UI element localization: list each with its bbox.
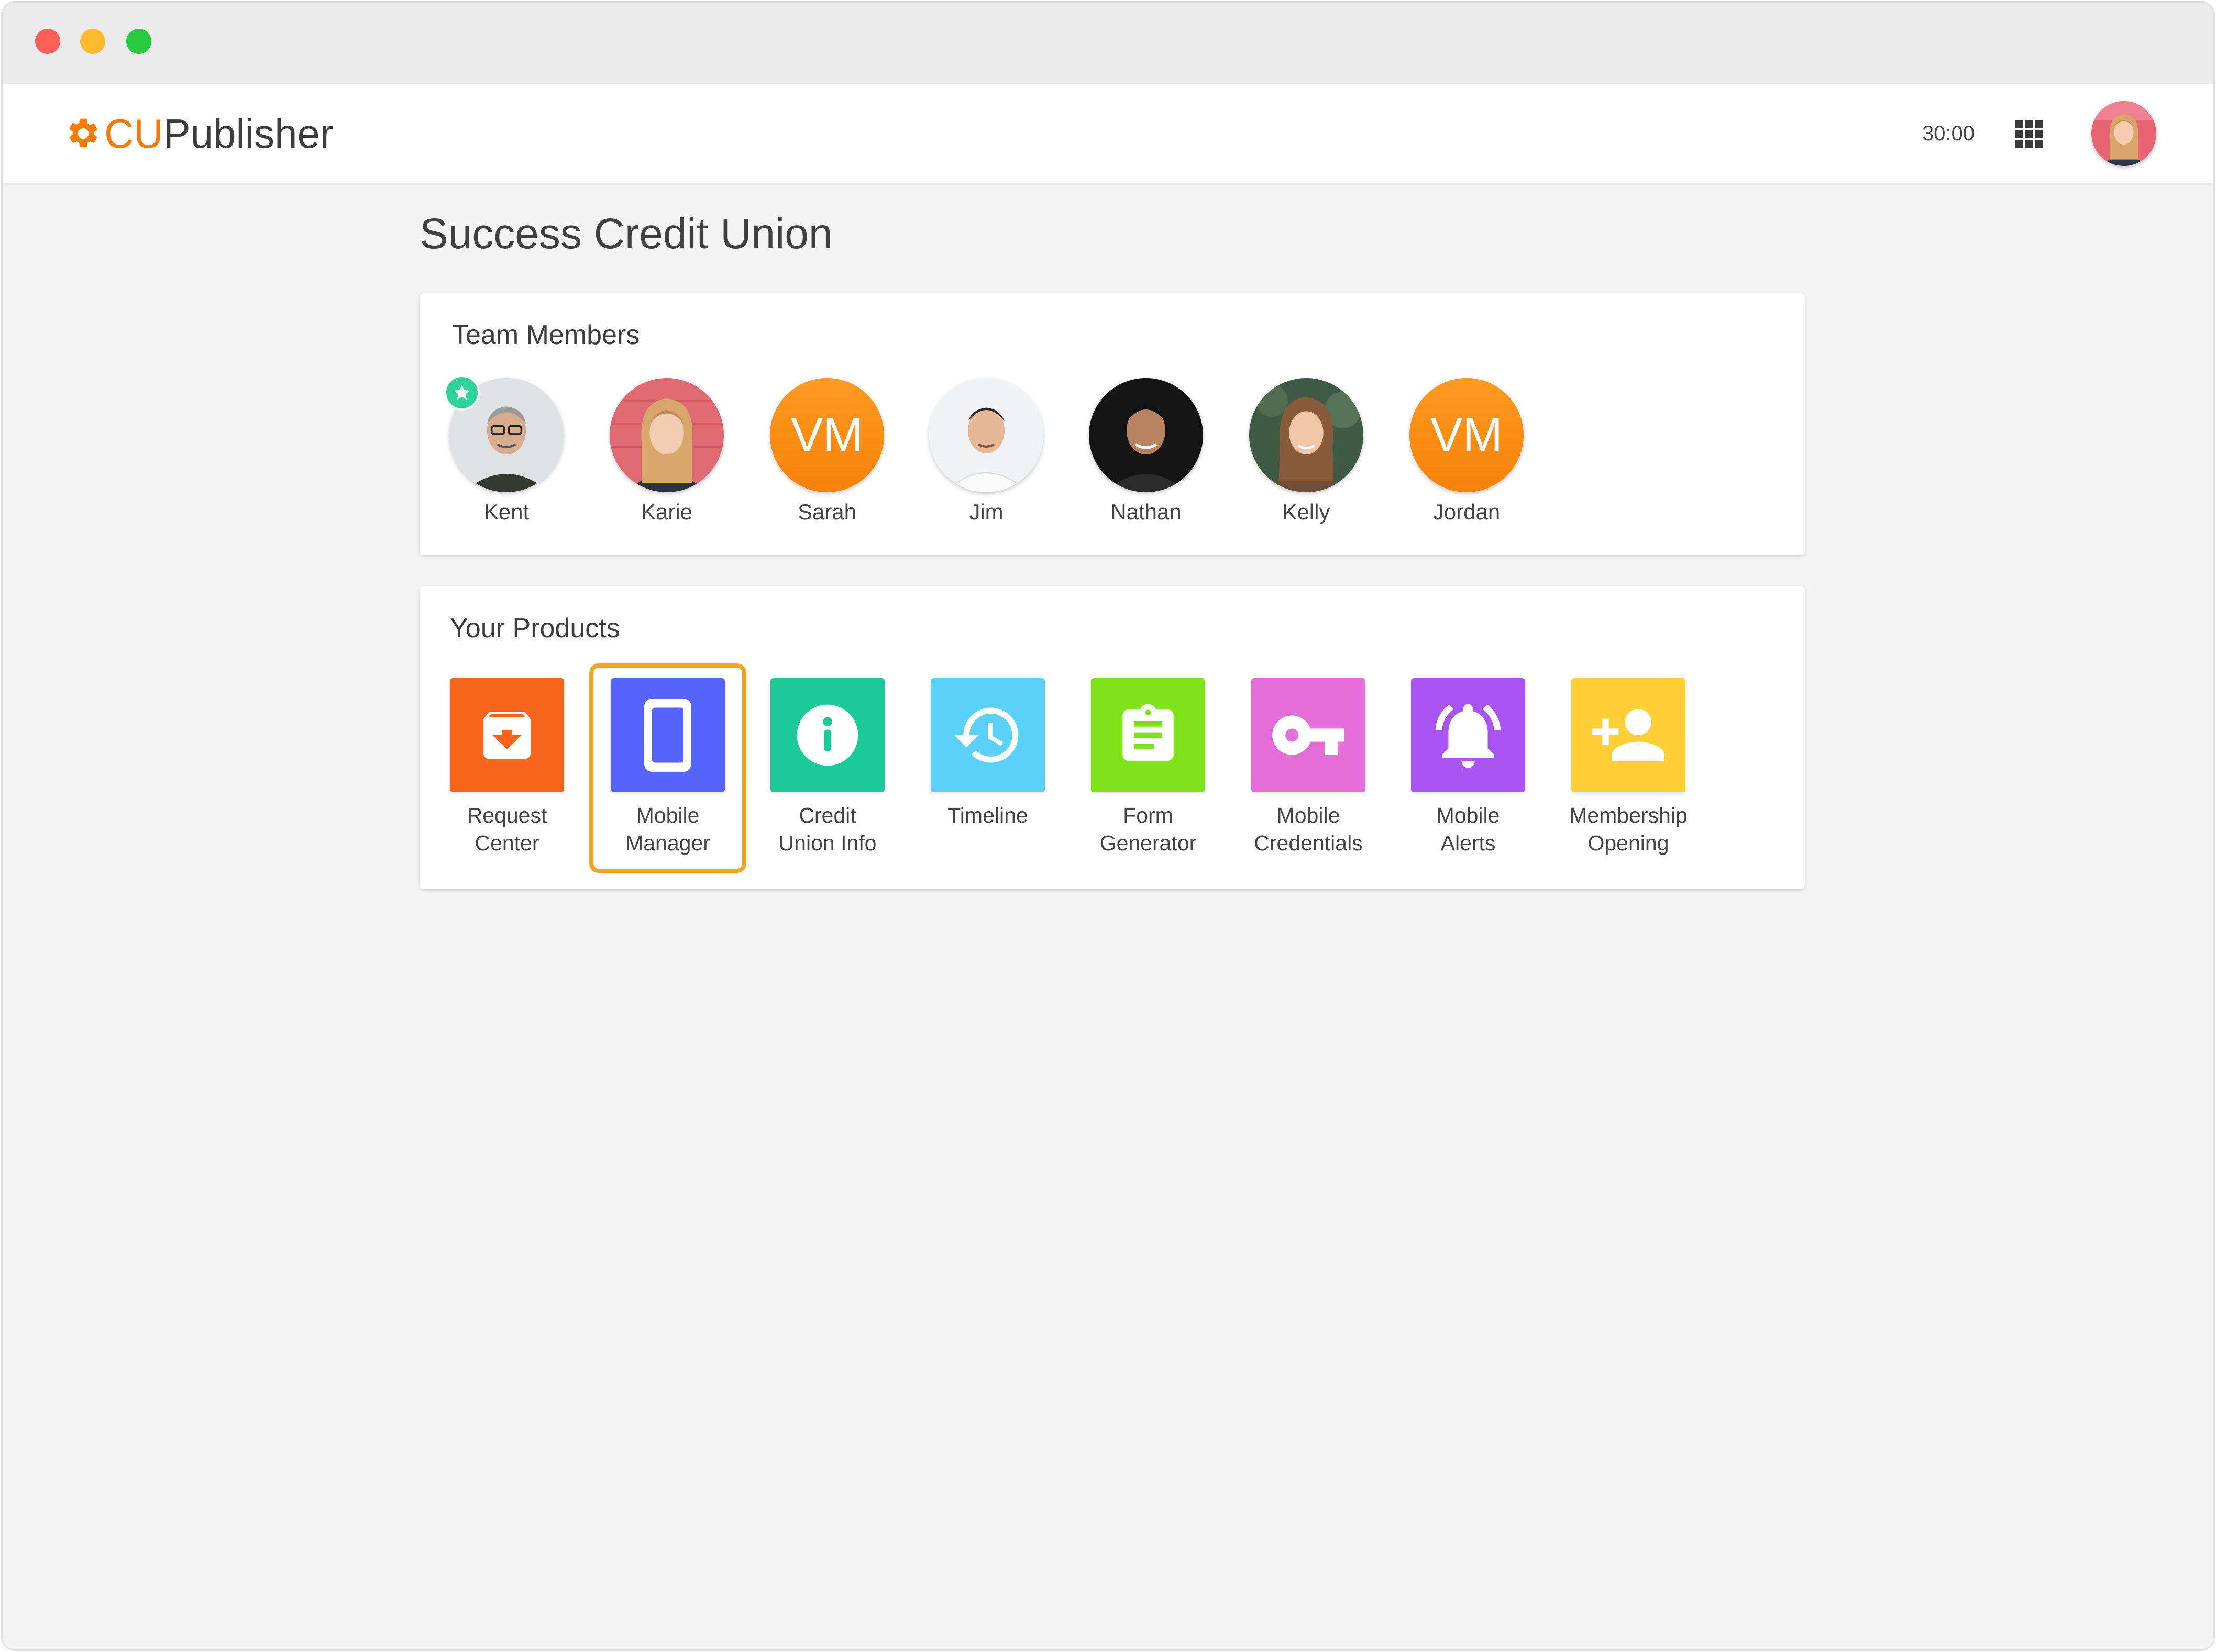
product-timeline[interactable]: Timeline bbox=[909, 678, 1066, 829]
product-membership-opening[interactable]: Membership Opening bbox=[1550, 678, 1707, 857]
avatar bbox=[610, 378, 724, 492]
your-products-title: Your Products bbox=[450, 613, 620, 644]
team-member-kent[interactable]: Kent bbox=[444, 375, 567, 525]
avatar bbox=[1089, 378, 1203, 492]
product-request-center[interactable]: Request Center bbox=[428, 678, 586, 857]
product-label: Mobile Credentials bbox=[1254, 803, 1363, 855]
member-name: Jim bbox=[969, 500, 1004, 524]
gear-icon bbox=[69, 118, 97, 148]
info-icon bbox=[770, 678, 885, 792]
team-member-nathan[interactable]: Nathan bbox=[1086, 378, 1206, 525]
window-titlebar bbox=[3, 3, 2213, 84]
team-member-sarah[interactable]: VM Sarah bbox=[767, 378, 887, 525]
key-icon bbox=[1251, 678, 1365, 792]
brand-cu-text: CU bbox=[104, 110, 163, 157]
avatar bbox=[929, 378, 1043, 492]
team-member-kelly[interactable]: Kelly bbox=[1246, 378, 1366, 525]
brand-publisher-text: Publisher bbox=[163, 110, 334, 157]
apps-grid-icon[interactable] bbox=[2015, 120, 2043, 148]
member-name: Kelly bbox=[1282, 500, 1330, 524]
product-mobile-manager[interactable]: Mobile Manager bbox=[589, 678, 746, 857]
app-header: CUPublisher 30:00 bbox=[3, 84, 2213, 183]
product-form-generator[interactable]: Form Generator bbox=[1070, 678, 1227, 857]
close-window-button[interactable] bbox=[35, 29, 60, 54]
session-timer: 30:00 bbox=[1922, 122, 1975, 145]
add-person-icon bbox=[1571, 678, 1685, 792]
zoom-window-button[interactable] bbox=[126, 29, 151, 54]
user-photo bbox=[2091, 101, 2156, 166]
product-label: Credit Union Info bbox=[778, 803, 877, 855]
product-label: Request Center bbox=[467, 803, 547, 855]
team-members-card: Team Members Kent Karie VM Sarah Jim Nat… bbox=[420, 293, 1805, 555]
member-name: Nathan bbox=[1110, 500, 1182, 524]
avatar bbox=[1249, 378, 1363, 492]
team-members-title: Team Members bbox=[452, 320, 640, 350]
product-mobile-credentials[interactable]: Mobile Credentials bbox=[1230, 678, 1387, 857]
team-member-jordan[interactable]: VM Jordan bbox=[1406, 378, 1527, 525]
product-label: Mobile Alerts bbox=[1436, 803, 1500, 855]
initials-avatar: VM bbox=[1409, 378, 1524, 492]
browser-window: CUPublisher 30:00 Success Credit Union T… bbox=[3, 3, 2213, 1649]
user-avatar[interactable] bbox=[2091, 101, 2156, 166]
star-icon bbox=[444, 375, 480, 411]
team-member-jim[interactable]: Jim bbox=[926, 378, 1046, 525]
product-label: Membership Opening bbox=[1569, 803, 1688, 855]
page-title: Success Credit Union bbox=[420, 210, 833, 258]
your-products-card: Your Products Request Center Mobile Mana… bbox=[420, 586, 1805, 889]
clipboard-form-icon bbox=[1091, 678, 1205, 792]
product-label: Timeline bbox=[947, 803, 1028, 827]
member-name: Kent bbox=[483, 500, 530, 524]
member-name: Sarah bbox=[797, 500, 857, 524]
smartphone-icon bbox=[611, 678, 725, 792]
bell-ringing-icon bbox=[1411, 678, 1525, 792]
archive-download-icon bbox=[450, 678, 564, 792]
product-label: Form Generator bbox=[1099, 803, 1197, 855]
product-credit-union-info[interactable]: Credit Union Info bbox=[749, 678, 906, 857]
history-clock-icon bbox=[931, 678, 1045, 792]
brand-logo[interactable]: CUPublisher bbox=[65, 84, 334, 183]
initials-avatar: VM bbox=[770, 378, 884, 492]
member-name: Karie bbox=[641, 500, 693, 524]
member-name: Jordan bbox=[1432, 500, 1501, 524]
product-mobile-alerts[interactable]: Mobile Alerts bbox=[1390, 678, 1547, 857]
minimize-window-button[interactable] bbox=[80, 29, 105, 54]
product-label: Mobile Manager bbox=[625, 803, 710, 855]
team-member-karie[interactable]: Karie bbox=[607, 378, 727, 525]
